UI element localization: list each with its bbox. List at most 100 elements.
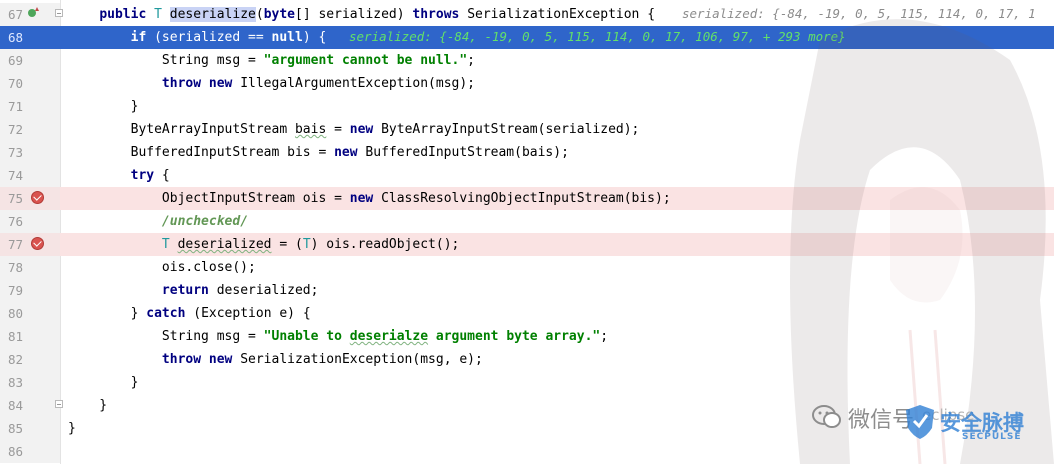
gutter[interactable]: 73	[0, 141, 60, 164]
gutter[interactable]: 81	[0, 325, 60, 348]
code-token: throws	[412, 7, 460, 22]
code-token: =	[326, 122, 350, 137]
code-token: = (	[271, 237, 303, 252]
code-token: SerializationException {	[459, 7, 656, 22]
code-token: ) {	[302, 30, 327, 45]
gutter[interactable]: 75	[0, 187, 60, 210]
breakpoint-icon[interactable]	[31, 237, 44, 250]
breakpoint-icon[interactable]	[31, 191, 44, 204]
gutter[interactable]: 72	[0, 118, 60, 141]
gutter[interactable]: 84	[0, 394, 63, 417]
code-token: deserialize	[169, 7, 256, 22]
fold-toggle-icon[interactable]	[55, 9, 63, 17]
code-text[interactable]: String msg = "Unable to deserialze argum…	[68, 328, 608, 345]
code-token: T	[161, 237, 170, 252]
code-text[interactable]: }	[68, 420, 76, 437]
line-number: 81	[7, 329, 23, 344]
code-text[interactable]: ois.close();	[68, 259, 256, 276]
code-text[interactable]: }	[68, 98, 139, 115]
code-token: SerializationException(msg, e);	[232, 352, 483, 367]
gutter[interactable]: 77	[0, 233, 60, 256]
code-token: /unchecked/	[161, 214, 249, 229]
line-number: 71	[7, 99, 23, 114]
gutter[interactable]: 70	[0, 72, 60, 95]
line-number: 70	[7, 76, 23, 91]
line-number: 86	[7, 444, 23, 459]
line-number: 79	[7, 283, 23, 298]
code-text[interactable]: String msg = "argument cannot be null.";	[68, 52, 475, 69]
code-text[interactable]: throw new IllegalArgumentException(msg);	[68, 75, 475, 92]
gutter[interactable]: 78	[0, 256, 60, 279]
gutter[interactable]: 68	[0, 26, 60, 49]
code-text[interactable]: try {	[68, 167, 170, 184]
gutter[interactable]: 69	[0, 49, 60, 72]
code-text[interactable]: public T deserialize(byte[] serialized) …	[68, 6, 655, 23]
code-text[interactable]: } catch (Exception e) {	[68, 305, 311, 322]
line-number: 85	[7, 421, 23, 436]
line-number: 74	[7, 168, 23, 183]
code-token: new	[349, 122, 374, 137]
gutter[interactable]: 85	[0, 417, 60, 440]
line-number: 77	[7, 237, 23, 252]
line-number: 68	[7, 30, 23, 45]
code-text[interactable]: ByteArrayInputStream bais = new ByteArra…	[68, 121, 640, 138]
gutter[interactable]: 80	[0, 302, 60, 325]
code-token: }	[68, 375, 139, 390]
gutter[interactable]: 83	[0, 371, 60, 394]
code-token: String msg =	[68, 53, 264, 68]
code-token: return	[161, 283, 209, 298]
code-token: ClassResolvingObjectInputStream(bis);	[373, 191, 671, 206]
code-token: BufferedInputStream(bais);	[357, 145, 569, 160]
code-token: new	[349, 191, 374, 206]
code-token: }	[68, 306, 147, 321]
code-token: String msg =	[68, 329, 264, 344]
code-token: BufferedInputStream bis =	[68, 145, 335, 160]
code-token: deserialized;	[208, 283, 319, 298]
code-token: }	[68, 421, 76, 436]
code-text[interactable]: BufferedInputStream bis = new BufferedIn…	[68, 144, 569, 161]
code-text[interactable]: /unchecked/	[68, 213, 248, 230]
code-token: try	[130, 168, 155, 183]
line-number: 69	[7, 53, 23, 68]
line-number: 84	[7, 398, 23, 413]
gutter[interactable]: 76	[0, 210, 60, 233]
code-token: }	[68, 398, 108, 413]
gutter[interactable]: 79	[0, 279, 60, 302]
line-number: 73	[7, 145, 23, 160]
gutter[interactable]: 67	[0, 3, 63, 26]
code-text[interactable]: return deserialized;	[68, 282, 319, 299]
code-token: new	[208, 352, 233, 367]
code-token: if	[130, 30, 147, 45]
fold-toggle-icon[interactable]	[55, 400, 63, 408]
code-token: throw	[161, 352, 202, 367]
gutter[interactable]: 71	[0, 95, 60, 118]
secpulse-brand-en: SECPULSE	[962, 432, 1022, 442]
gutter[interactable]: 86	[0, 440, 60, 463]
code-token: deserialized	[177, 237, 272, 252]
gutter[interactable]: 74	[0, 164, 60, 187]
code-text[interactable]: throw new SerializationException(msg, e)…	[68, 351, 483, 368]
code-text[interactable]: if (serialized == null) {	[68, 29, 327, 46]
gutter[interactable]: 82	[0, 348, 60, 371]
code-text[interactable]: }	[68, 374, 139, 391]
code-token: null	[271, 30, 303, 45]
code-token: }	[68, 99, 139, 114]
code-text[interactable]: }	[68, 397, 107, 414]
code-token: throw	[161, 76, 202, 91]
code-editor[interactable]: 67 public T deserialize(byte[] serialize…	[0, 0, 1054, 464]
implements-method-icon[interactable]	[27, 6, 39, 18]
code-token: "Unable to	[263, 329, 350, 344]
code-token: new	[208, 76, 233, 91]
code-text[interactable]: ObjectInputStream ois = new ClassResolvi…	[68, 190, 671, 207]
code-token: byte	[263, 7, 295, 22]
code-text[interactable]: T deserialized = (T) ois.readObject();	[68, 236, 459, 253]
code-token: public	[99, 7, 147, 22]
line-number: 78	[7, 260, 23, 275]
code-token: ) ois.readObject();	[310, 237, 460, 252]
